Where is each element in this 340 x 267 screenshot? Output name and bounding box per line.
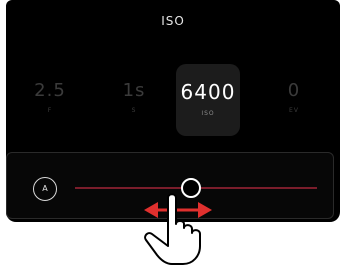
gesture-overlay: [144, 193, 212, 265]
drag-arrow-icon: [144, 202, 212, 218]
